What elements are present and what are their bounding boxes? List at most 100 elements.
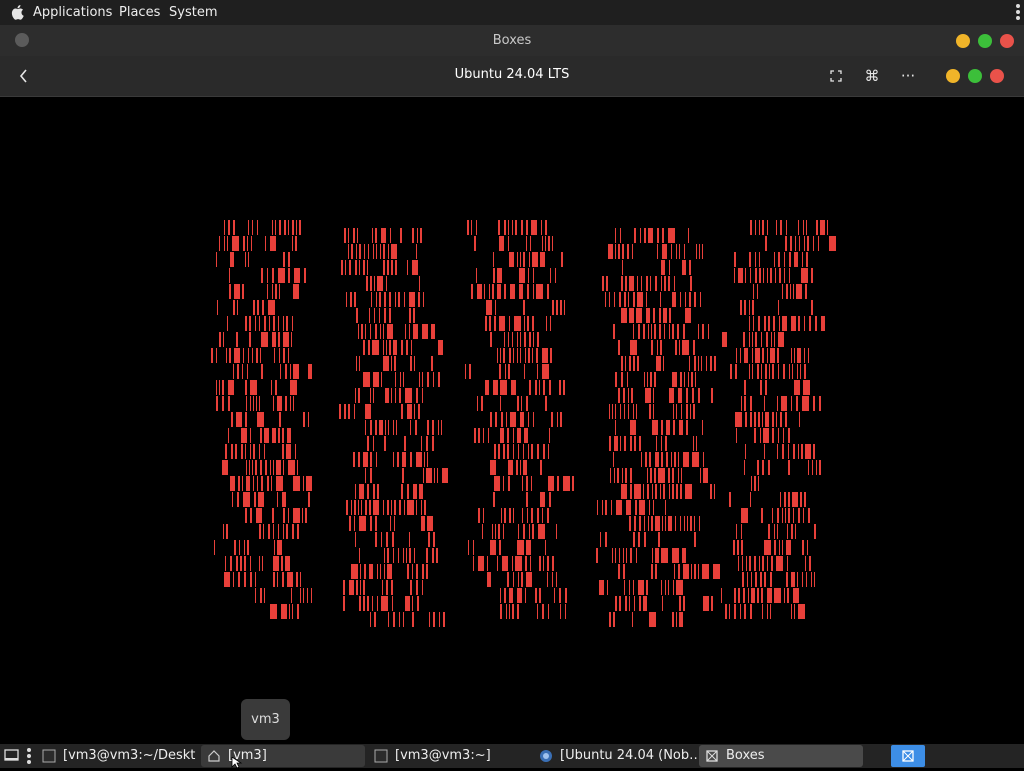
glyph-bar [689, 260, 691, 275]
window-menu-button[interactable] [15, 33, 29, 47]
glyph-bar [413, 324, 418, 339]
glyph-bar [779, 316, 780, 331]
task-terminal-desktop[interactable]: [vm3@vm3:~/Deskt… [36, 745, 196, 767]
glyph-bar [533, 412, 534, 427]
glyph-bar [539, 588, 541, 603]
keyboard-shortcut-button[interactable]: ⌘ [861, 65, 883, 87]
glyph-bar [226, 524, 228, 539]
glyph-bar [655, 564, 657, 579]
glyph-bar [514, 316, 521, 331]
vm-close-button[interactable] [990, 69, 1004, 83]
menu-system[interactable]: System [169, 0, 217, 25]
more-button[interactable]: ··· [897, 65, 919, 87]
glyph-bar [437, 468, 438, 483]
glyph-bar [432, 420, 434, 435]
glyph-bar [411, 340, 412, 355]
glyph-bar [355, 484, 356, 499]
glyph-bar [672, 324, 674, 339]
glyph-bar [749, 300, 750, 315]
glyph-bar [602, 276, 604, 291]
glyph-bar [384, 564, 385, 579]
glyph-bar [289, 604, 290, 619]
glyph-bar [245, 252, 246, 267]
glyph-bar [758, 476, 759, 491]
glyph-bar [664, 324, 665, 339]
mouse-cursor-icon [231, 757, 243, 768]
task-boxes[interactable]: Boxes [699, 745, 863, 767]
vm-maximize-button[interactable] [968, 69, 982, 83]
apple-logo-icon[interactable] [11, 4, 25, 20]
glyph-bar [297, 604, 299, 619]
glyph-bar [494, 476, 500, 491]
glyph-bar [255, 588, 256, 603]
glyph-bar [283, 524, 284, 539]
glyph-bar [679, 612, 683, 627]
glyph-bar [508, 332, 509, 347]
panel-menu-icon[interactable] [1015, 3, 1021, 22]
task-home-folder[interactable]: [vm3] [201, 745, 365, 767]
glyph-bar [283, 508, 285, 523]
glyph-bar [785, 508, 786, 523]
glyph-bar [398, 548, 399, 563]
glyph-bar [222, 460, 228, 475]
glyph-bar [536, 284, 543, 299]
task-terminal-home[interactable]: [vm3@vm3:~] [368, 745, 532, 767]
vm-minimize-button[interactable] [946, 69, 960, 83]
boxes-icon [706, 750, 718, 762]
glyph-bar [779, 540, 780, 555]
vm-display[interactable] [0, 97, 1024, 744]
glyph-bar [548, 476, 554, 491]
glyph-bar [252, 460, 253, 475]
glyph-bar [786, 220, 787, 235]
glyph-bar [713, 564, 720, 579]
glyph-bar [693, 436, 694, 451]
glyph-bar [781, 396, 787, 411]
glyph-bar [680, 292, 681, 307]
glyph-bar [405, 596, 410, 611]
show-desktop-icon[interactable] [4, 748, 20, 762]
glyph-bar [616, 500, 622, 515]
glyph-bar [689, 356, 690, 371]
glyph-bar [375, 228, 377, 243]
minimize-button[interactable] [956, 33, 970, 48]
glyph-bar [252, 220, 253, 235]
glyph-bar [738, 556, 739, 571]
glyph-bar [503, 476, 504, 491]
fullscreen-button[interactable] [825, 65, 847, 87]
glyph-bar [754, 428, 756, 443]
close-button[interactable] [1000, 33, 1014, 48]
glyph-bar [416, 244, 417, 259]
glyph-bar [233, 300, 235, 315]
task-browser[interactable]: [Ubuntu 24.04 (Nob… [533, 745, 697, 767]
glyph-bar [814, 524, 816, 539]
glyph-bar [646, 276, 648, 291]
glyph-bar [228, 396, 230, 411]
glyph-bar [676, 404, 677, 419]
menu-applications[interactable]: Applications [33, 0, 112, 25]
host-window-titlebar: Boxes [0, 25, 1024, 56]
glyph-bar [473, 556, 474, 571]
menu-places[interactable]: Places [119, 0, 160, 25]
glyph-bar [684, 244, 685, 259]
glyph-bar [734, 588, 736, 603]
glyph-bar [801, 268, 808, 283]
glyph-bar [520, 348, 521, 363]
glyph-bar [288, 460, 295, 475]
glyph-bar [540, 460, 542, 475]
taskbar-handle-icon[interactable] [26, 748, 32, 764]
glyph-bar [792, 492, 798, 507]
glyph-bar [243, 236, 245, 251]
glyph-bar [708, 324, 709, 339]
workspace-switcher[interactable] [891, 745, 925, 767]
glyph-bar [796, 284, 802, 299]
glyph-bar [637, 276, 638, 291]
glyph-bar [789, 268, 790, 283]
glyph-bar [361, 324, 363, 339]
glyph-bar [346, 500, 348, 515]
glyph-bar [269, 316, 270, 331]
glyph-bar [278, 268, 285, 283]
glyph-bar [654, 468, 656, 483]
maximize-button[interactable] [978, 33, 992, 48]
glyph-bar [490, 540, 496, 555]
glyph-bar [253, 444, 255, 459]
